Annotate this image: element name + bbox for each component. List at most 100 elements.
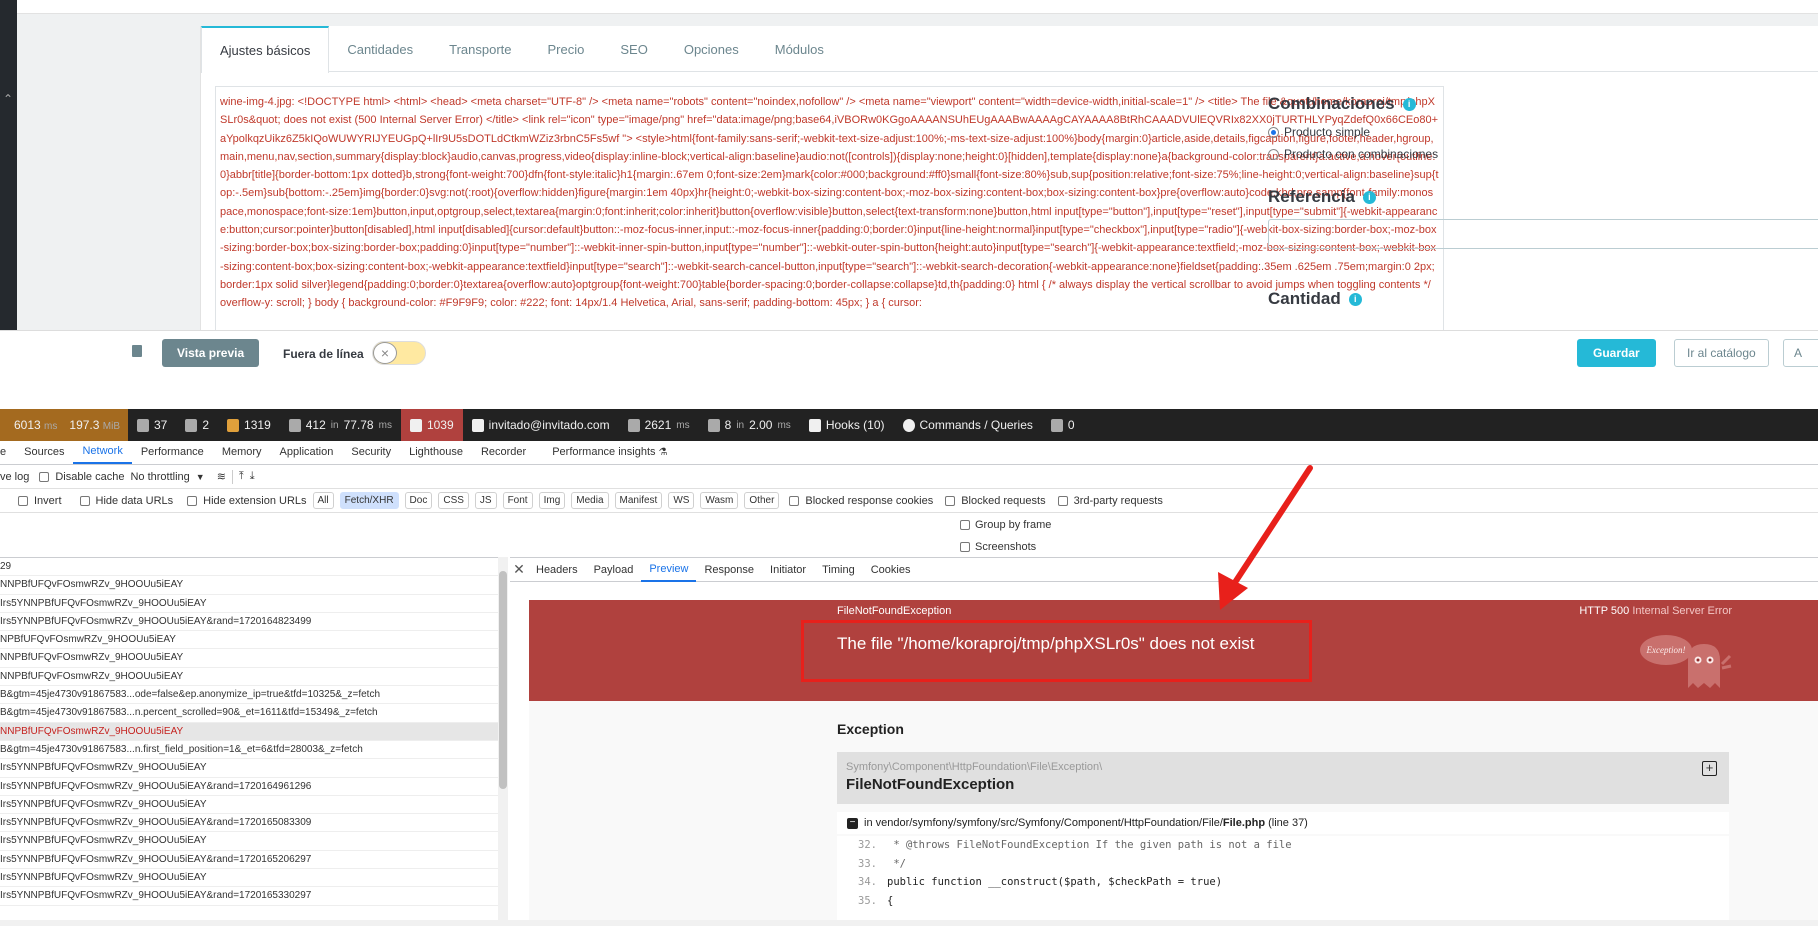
radio-producto-combinaciones[interactable]: Producto con combinaciones bbox=[1268, 147, 1818, 161]
invert-label[interactable]: Invert bbox=[34, 495, 62, 507]
screenshots-option[interactable]: Screenshots bbox=[960, 536, 1051, 558]
screenshots-checkbox[interactable] bbox=[960, 542, 970, 552]
invert-checkbox[interactable] bbox=[18, 495, 28, 506]
preserve-log-label[interactable]: ve log bbox=[0, 471, 29, 483]
upload-icon[interactable]: ⤒ bbox=[239, 470, 244, 483]
blocked-cookies-label[interactable]: Blocked response cookies bbox=[805, 495, 933, 507]
scrollbar-thumb[interactable] bbox=[499, 571, 507, 789]
filter-css[interactable]: CSS bbox=[438, 492, 469, 509]
request-row[interactable]: NNPBfUFQvFOsmwRZv_9HOOUu5iEAY bbox=[0, 668, 499, 687]
sf-forms[interactable]: 37 bbox=[128, 409, 176, 441]
download-icon[interactable]: ⤓ bbox=[250, 470, 255, 483]
wifi-icon[interactable]: ≋ bbox=[217, 470, 226, 483]
detail-tab-cookies[interactable]: Cookies bbox=[863, 558, 919, 582]
sf-twig[interactable]: 2621 ms bbox=[619, 409, 699, 441]
sf-doctrine[interactable]: 412 in 77.78 ms bbox=[280, 409, 401, 441]
radio-checked-icon[interactable] bbox=[1268, 126, 1279, 138]
request-row[interactable]: Irs5YNNPBfUFQvFOsmwRZv_9HOOUu5iEAY bbox=[0, 595, 499, 613]
request-row[interactable]: NNPBfUFQvFOsmwRZv_9HOOUu5iEAY bbox=[0, 576, 499, 595]
tab-modulos[interactable]: Módulos bbox=[757, 26, 842, 72]
radio-producto-simple[interactable]: Producto simple bbox=[1268, 125, 1818, 139]
tab-sources[interactable]: Sources bbox=[15, 440, 73, 464]
request-row[interactable]: Irs5YNNPBfUFQvFOsmwRZv_9HOOUu5iEAY bbox=[0, 869, 499, 888]
filter-img[interactable]: Img bbox=[538, 492, 566, 509]
request-row[interactable]: Irs5YNNPBfUFQvFOsmwRZv_9HOOUu5iEAY bbox=[0, 759, 499, 778]
request-row[interactable]: Irs5YNNPBfUFQvFOsmwRZv_9HOOUu5iEAY&rand=… bbox=[0, 778, 499, 796]
filter-ws[interactable]: WS bbox=[668, 492, 695, 509]
request-row[interactable]: Irs5YNNPBfUFQvFOsmwRZv_9HOOUu5iEAY&rand=… bbox=[0, 613, 499, 632]
filter-wasm[interactable]: Wasm bbox=[700, 492, 739, 509]
filter-doc[interactable]: Doc bbox=[404, 492, 433, 509]
third-party-label[interactable]: 3rd-party requests bbox=[1074, 495, 1163, 507]
filter-other[interactable]: Other bbox=[744, 492, 780, 509]
tab-memory[interactable]: Memory bbox=[213, 440, 271, 464]
sf-cache[interactable]: 8 in 2.00 ms bbox=[699, 409, 800, 441]
tab-application[interactable]: Application bbox=[271, 440, 343, 464]
vista-previa-button[interactable]: Vista previa bbox=[162, 339, 260, 367]
request-row[interactable]: Irs5YNNPBfUFQvFOsmwRZv_9HOOUu5iEAY&rand=… bbox=[0, 814, 499, 833]
sf-commands[interactable]: Commands / Queries bbox=[894, 409, 1042, 441]
info-icon[interactable]: i bbox=[1402, 97, 1416, 111]
expand-icon[interactable]: + bbox=[1702, 761, 1717, 776]
exception-file-line[interactable]: − in vendor/symfony/symfony/src/Symfony/… bbox=[837, 812, 1729, 834]
referencia-input[interactable] bbox=[1268, 219, 1818, 249]
detail-tab-payload[interactable]: Payload bbox=[586, 558, 642, 582]
tab-lighthouse[interactable]: Lighthouse bbox=[400, 440, 472, 464]
detail-tab-timing[interactable]: Timing bbox=[814, 558, 863, 582]
detail-tab-headers[interactable]: Headers bbox=[528, 558, 586, 582]
blocked-requests-label[interactable]: Blocked requests bbox=[961, 495, 1045, 507]
info-icon[interactable]: i bbox=[1348, 292, 1362, 306]
tab-performance[interactable]: Performance bbox=[132, 440, 213, 464]
filter-all[interactable]: All bbox=[312, 492, 334, 509]
filter-fetch-xhr[interactable]: Fetch/XHR bbox=[339, 492, 399, 509]
tab-recorder[interactable]: Recorder bbox=[472, 440, 535, 464]
request-row[interactable]: Irs5YNNPBfUFQvFOsmwRZv_9HOOUu5iEAY&rand=… bbox=[0, 851, 499, 870]
request-list-scrollbar[interactable] bbox=[498, 557, 508, 926]
group-by-frame-checkbox[interactable] bbox=[960, 520, 970, 530]
info-icon[interactable]: i bbox=[1362, 190, 1376, 204]
request-row[interactable]: 29 bbox=[0, 558, 499, 577]
extra-button[interactable]: A bbox=[1783, 339, 1818, 367]
sf-hooks[interactable]: Hooks (10) bbox=[800, 409, 894, 441]
detail-tab-preview[interactable]: Preview bbox=[641, 558, 697, 582]
sf-logs[interactable]: 2 bbox=[176, 409, 218, 441]
request-row[interactable]: NPBfUFQvFOsmwRZv_9HOOUu5iEAY bbox=[0, 631, 499, 650]
tab-cantidades[interactable]: Cantidades bbox=[329, 26, 431, 72]
chevron-up-icon[interactable]: ⌃ bbox=[3, 92, 13, 106]
guardar-button[interactable]: Guardar bbox=[1577, 339, 1656, 367]
sf-warnings[interactable]: 1319 bbox=[218, 409, 280, 441]
trash-icon[interactable] bbox=[132, 345, 142, 357]
group-by-frame-option[interactable]: Group by frame bbox=[960, 514, 1051, 536]
request-row[interactable]: Irs5YNNPBfUFQvFOsmwRZv_9HOOUu5iEAY bbox=[0, 832, 499, 851]
request-row[interactable]: NNPBfUFQvFOsmwRZv_9HOOUu5iEAY bbox=[0, 722, 499, 741]
throttling-select[interactable]: No throttling bbox=[130, 471, 189, 483]
request-row[interactable]: B&gtm=45je4730v91867583...ode=false&ep.a… bbox=[0, 686, 499, 705]
radio-unchecked-icon[interactable] bbox=[1268, 148, 1279, 160]
hide-extension-urls-checkbox[interactable] bbox=[187, 495, 198, 506]
sf-translation[interactable]: 1039 bbox=[400, 409, 463, 441]
request-row[interactable]: B&gtm=45je4730v91867583...n.first_field_… bbox=[0, 741, 499, 760]
hide-data-urls-label[interactable]: Hide data URLs bbox=[96, 495, 174, 507]
tab-seo[interactable]: SEO bbox=[602, 26, 665, 72]
collapse-icon[interactable]: − bbox=[847, 817, 858, 829]
filter-media[interactable]: Media bbox=[571, 492, 609, 509]
blocked-cookies-checkbox[interactable] bbox=[789, 495, 800, 506]
filter-font[interactable]: Font bbox=[502, 492, 533, 509]
disable-cache-checkbox[interactable] bbox=[39, 471, 50, 482]
tab-transporte[interactable]: Transporte bbox=[431, 26, 529, 72]
sf-user[interactable]: invitado@invitado.com bbox=[463, 409, 619, 441]
close-icon[interactable]: ✕ bbox=[510, 561, 528, 578]
detail-tab-response[interactable]: Response bbox=[696, 558, 762, 582]
detail-tab-initiator[interactable]: Initiator bbox=[762, 558, 814, 582]
request-row[interactable]: Irs5YNNPBfUFQvFOsmwRZv_9HOOUu5iEAY&rand=… bbox=[0, 887, 499, 906]
third-party-checkbox[interactable] bbox=[1057, 495, 1068, 506]
tab-ajustes-basicos[interactable]: Ajustes básicos bbox=[201, 26, 330, 73]
online-toggle[interactable]: × bbox=[372, 341, 426, 365]
tab-opciones[interactable]: Opciones bbox=[666, 26, 757, 72]
tab-precio[interactable]: Precio bbox=[530, 26, 603, 72]
request-row[interactable]: B&gtm=45je4730v91867583...n.percent_scro… bbox=[0, 704, 499, 723]
hide-extension-urls-label[interactable]: Hide extension URLs bbox=[203, 495, 306, 507]
request-row[interactable]: Irs5YNNPBfUFQvFOsmwRZv_9HOOUu5iEAY bbox=[0, 796, 499, 815]
tab-security[interactable]: Security bbox=[342, 440, 400, 464]
request-row[interactable]: NNPBfUFQvFOsmwRZv_9HOOUu5iEAY bbox=[0, 649, 499, 668]
